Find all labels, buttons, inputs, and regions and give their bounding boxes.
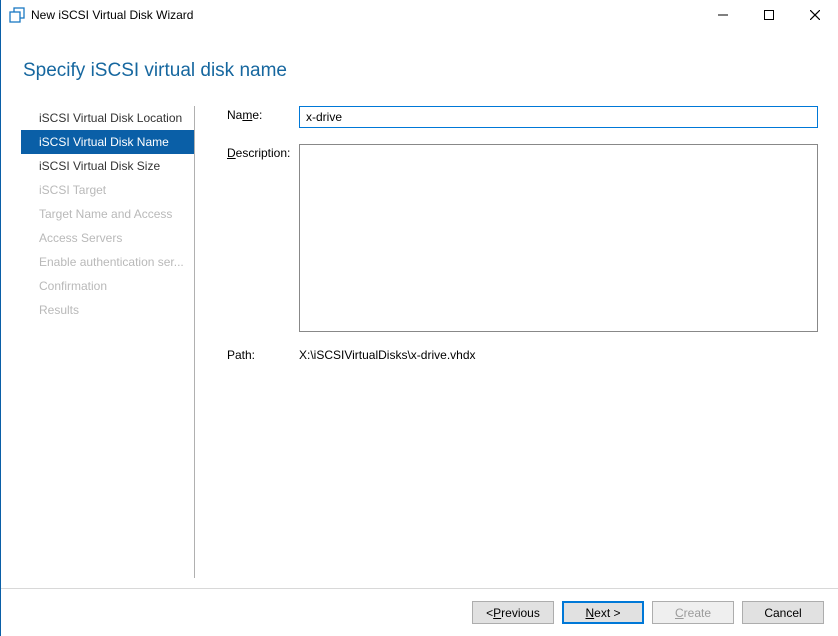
window-title: New iSCSI Virtual Disk Wizard [31, 8, 193, 22]
step-enable-auth: Enable authentication ser... [21, 250, 194, 274]
step-list: iSCSI Virtual Disk Location iSCSI Virtua… [21, 106, 195, 578]
step-target-name: Target Name and Access [21, 202, 194, 226]
maximize-button[interactable] [746, 0, 792, 30]
cancel-button[interactable]: Cancel [742, 601, 824, 624]
description-row: Description: [227, 144, 818, 332]
previous-button[interactable]: < Previous [472, 601, 554, 624]
description-label: Description: [227, 144, 299, 160]
wizard-window: New iSCSI Virtual Disk Wizard Specify iS… [0, 0, 838, 636]
titlebar: New iSCSI Virtual Disk Wizard [1, 0, 838, 30]
step-disk-size[interactable]: iSCSI Virtual Disk Size [21, 154, 194, 178]
create-button: Create [652, 601, 734, 624]
app-icon [9, 7, 25, 23]
close-button[interactable] [792, 0, 838, 30]
step-results: Results [21, 298, 194, 322]
next-button[interactable]: Next > [562, 601, 644, 624]
step-access-servers: Access Servers [21, 226, 194, 250]
step-disk-location[interactable]: iSCSI Virtual Disk Location [21, 106, 194, 130]
path-label: Path: [227, 348, 299, 362]
path-row: Path: X:\iSCSIVirtualDisks\x-drive.vhdx [227, 348, 818, 362]
description-input[interactable] [299, 144, 818, 332]
page-heading: Specify iSCSI virtual disk name [23, 60, 818, 82]
window-controls [700, 0, 838, 30]
step-confirmation: Confirmation [21, 274, 194, 298]
minimize-button[interactable] [700, 0, 746, 30]
content-area: Specify iSCSI virtual disk name iSCSI Vi… [1, 30, 838, 588]
step-disk-name[interactable]: iSCSI Virtual Disk Name [21, 130, 194, 154]
path-value: X:\iSCSIVirtualDisks\x-drive.vhdx [299, 348, 476, 362]
footer: < Previous Next > Create Cancel [1, 588, 838, 636]
step-iscsi-target: iSCSI Target [21, 178, 194, 202]
name-label: Name: [227, 106, 299, 122]
body-area: iSCSI Virtual Disk Location iSCSI Virtua… [21, 106, 818, 578]
name-row: Name: [227, 106, 818, 128]
name-input[interactable] [299, 106, 818, 128]
form-area: Name: Description: Path: X:\iSCSIVirtual… [195, 106, 818, 578]
